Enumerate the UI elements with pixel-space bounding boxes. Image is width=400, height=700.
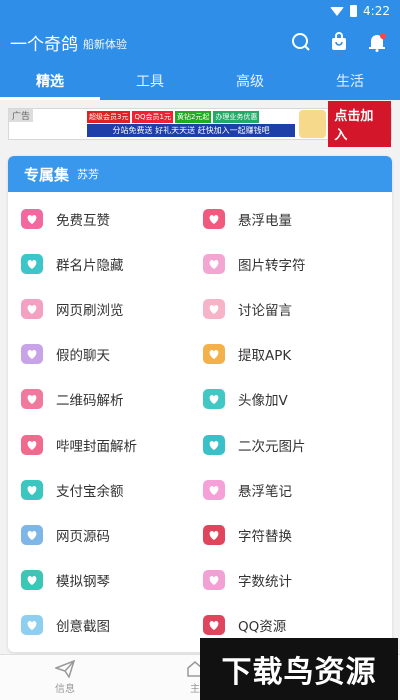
feature-item-label: 支付宝余额 bbox=[56, 483, 124, 500]
feature-item-label: 悬浮笔记 bbox=[238, 483, 292, 500]
feature-item[interactable]: 支付宝余额 bbox=[8, 467, 200, 512]
balloons-icon bbox=[200, 340, 228, 368]
baby-shirt-icon bbox=[18, 611, 46, 639]
feature-item-label: 模拟钢琴 bbox=[56, 574, 110, 591]
ad-image bbox=[299, 110, 327, 138]
card-user: 苏芳 bbox=[77, 168, 100, 181]
feature-item-label: 二维码解析 bbox=[56, 393, 124, 410]
tab-tools[interactable]: 工具 bbox=[100, 62, 200, 100]
feature-item-label: 字数统计 bbox=[238, 574, 292, 591]
feature-item-label: 假的聊天 bbox=[56, 348, 110, 365]
ad-chip: 办理业务优惠 bbox=[213, 111, 260, 123]
feature-item[interactable]: 悬浮笔记 bbox=[200, 467, 392, 512]
door-icon bbox=[18, 250, 46, 278]
gift-box-icon bbox=[18, 340, 46, 368]
ad-slogan: 分站免费送 好礼天天送 赶快加入一起赚钱吧 bbox=[87, 124, 296, 137]
ribbon-icon bbox=[200, 566, 228, 594]
feature-item-label: 网页刷浏览 bbox=[56, 302, 124, 319]
app-title: 一个奇鸽 bbox=[10, 34, 78, 55]
nav-messages[interactable]: 信息 bbox=[0, 655, 130, 700]
feature-item-label: 创意截图 bbox=[56, 619, 110, 636]
feature-item-label: 群名片隐藏 bbox=[56, 257, 124, 274]
feature-item[interactable]: 假的聊天 bbox=[8, 332, 200, 377]
tab-advanced[interactable]: 高级 bbox=[200, 62, 300, 100]
teddy-bear-icon bbox=[18, 521, 46, 549]
feature-item-label: 免费互赞 bbox=[56, 212, 110, 229]
feature-item-label: 图片转字符 bbox=[238, 257, 306, 274]
ad-label: 广告 bbox=[9, 109, 34, 122]
feature-item[interactable]: 悬浮电量 bbox=[200, 196, 392, 241]
feature-item-label: 二次元图片 bbox=[238, 438, 306, 455]
nav-label: 信息 bbox=[55, 684, 75, 695]
feature-item-label: 字符替换 bbox=[238, 528, 292, 545]
rose-vase-icon bbox=[200, 521, 228, 549]
search-icon[interactable] bbox=[288, 29, 314, 55]
feature-item[interactable]: 图片转字符 bbox=[200, 241, 392, 286]
arrow-heart-icon bbox=[200, 476, 228, 504]
feature-item[interactable]: 二次元图片 bbox=[200, 422, 392, 467]
feature-item[interactable]: 讨论留言 bbox=[200, 286, 392, 331]
birthday-cake-icon bbox=[200, 295, 228, 323]
ad-banner[interactable]: 广告 超级会员3元 QQ会员1元 黄钻2元起 办理业务优惠 分站免费送 好礼天天… bbox=[8, 101, 392, 147]
feature-item[interactable]: 群名片隐藏 bbox=[8, 241, 200, 286]
feature-item[interactable]: 创意截图 bbox=[8, 603, 200, 648]
status-bar: 4:22 bbox=[0, 0, 400, 22]
ad-chip: 超级会员3元 bbox=[87, 111, 131, 123]
app-bar: 一个奇鸽 船新体验 bbox=[0, 22, 400, 62]
card-title: 专属集 bbox=[24, 165, 70, 184]
flower-bouquet-icon bbox=[200, 431, 228, 459]
feature-item-label: 网页源码 bbox=[56, 528, 110, 545]
feature-item[interactable]: 免费互赞 bbox=[8, 196, 200, 241]
wifi-icon bbox=[330, 6, 345, 16]
battery-icon bbox=[350, 5, 358, 17]
card-header: 专属集 苏芳 bbox=[8, 156, 392, 192]
feature-item-label: 提取APK bbox=[238, 348, 292, 365]
cake-icon bbox=[200, 250, 228, 278]
hearts-arrow-icon bbox=[18, 205, 46, 233]
feature-item-label: 悬浮电量 bbox=[238, 212, 292, 229]
tab-life[interactable]: 生活 bbox=[300, 62, 400, 100]
exclusive-card: 专属集 苏芳 免费互赞 悬浮电量群名片隐藏 图片转字符网页刷浏览 讨论留言假的聊天 提取… bbox=[8, 156, 392, 652]
feature-item-label: 头像加V bbox=[238, 393, 288, 410]
feature-item[interactable]: 字符替换 bbox=[200, 512, 392, 557]
nav-label: 主 bbox=[190, 684, 200, 695]
shopping-bag-icon bbox=[18, 476, 46, 504]
shopping-bag-icon[interactable] bbox=[326, 29, 352, 55]
feature-item-label: 讨论留言 bbox=[238, 302, 292, 319]
feature-item[interactable]: 网页源码 bbox=[8, 512, 200, 557]
feature-item[interactable]: 模拟钢琴 bbox=[8, 558, 200, 603]
rose-icon bbox=[200, 611, 228, 639]
globe-heart-icon bbox=[18, 295, 46, 323]
feature-item[interactable]: 提取APK bbox=[200, 332, 392, 377]
winged-heart-icon bbox=[200, 205, 228, 233]
ad-chip: 黄钻2元起 bbox=[174, 111, 212, 123]
ad-cta-button[interactable]: 点击加入 bbox=[328, 101, 391, 147]
tab-featured[interactable]: 精选 bbox=[0, 62, 100, 100]
notebook-icon bbox=[18, 566, 46, 594]
feature-item-label: 哔哩封面解析 bbox=[56, 438, 137, 455]
ad-chip: QQ会员1元 bbox=[132, 111, 173, 123]
watermark: 下载鸟资源 bbox=[200, 638, 398, 700]
perfume-icon bbox=[18, 385, 46, 413]
app-subtitle: 船新体验 bbox=[83, 37, 127, 51]
feature-item[interactable]: 二维码解析 bbox=[8, 377, 200, 422]
paper-plane-icon bbox=[55, 660, 75, 678]
tab-bar: 精选 工具 高级 生活 bbox=[0, 62, 400, 100]
feature-item-label: QQ资源 bbox=[238, 619, 287, 636]
feature-item[interactable]: 网页刷浏览 bbox=[8, 286, 200, 331]
feature-item[interactable]: 字数统计 bbox=[200, 558, 392, 603]
status-time: 4:22 bbox=[363, 4, 390, 18]
ad-content[interactable]: 超级会员3元 QQ会员1元 黄钻2元起 办理业务优惠 分站免费送 好礼天天送 赶… bbox=[87, 110, 296, 138]
feature-item[interactable]: 哔哩封面解析 bbox=[8, 422, 200, 467]
feature-grid: 免费互赞 悬浮电量群名片隐藏 图片转字符网页刷浏览 讨论留言假的聊天 提取APK 二维码解… bbox=[8, 192, 392, 648]
notification-bell-icon[interactable] bbox=[364, 29, 390, 55]
heart-lollipops-icon bbox=[18, 431, 46, 459]
feature-item[interactable]: 头像加V bbox=[200, 377, 392, 422]
van-icon bbox=[200, 385, 228, 413]
